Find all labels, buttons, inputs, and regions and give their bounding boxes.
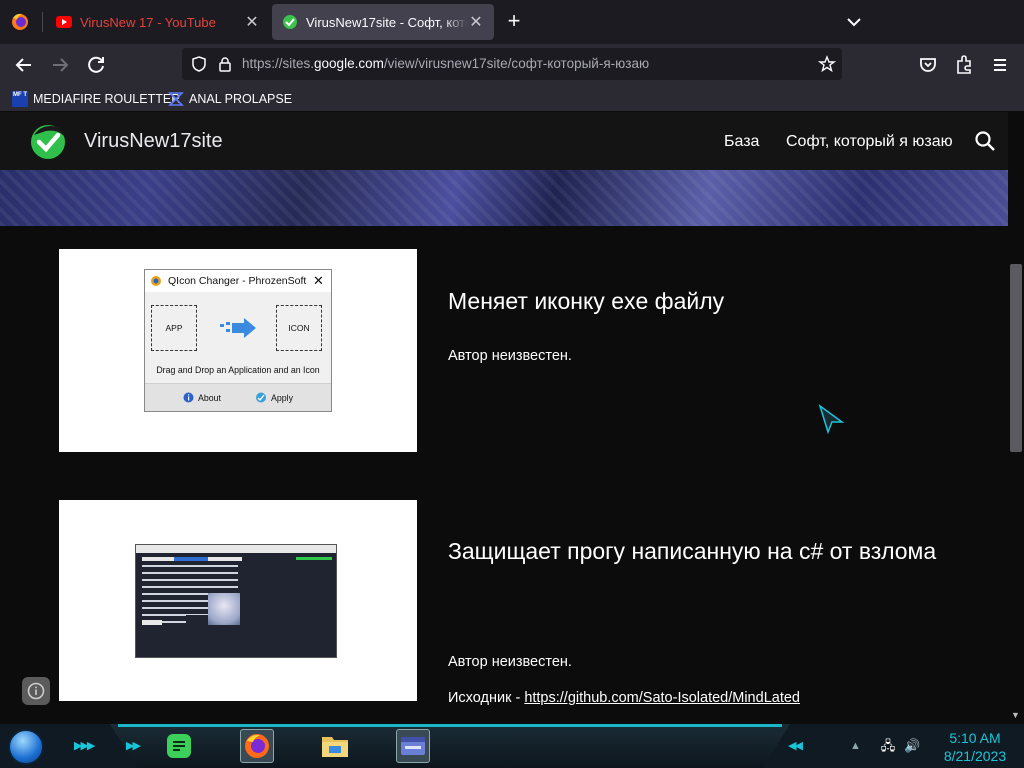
taskbar-decoration-icon: ▶▶ — [126, 740, 141, 752]
scroll-down-arrow-icon[interactable]: ▼ — [1011, 710, 1020, 720]
clock-time: 5:10 AM — [949, 730, 1001, 746]
tab-title: VirusNew17site - Софт, который я юзаю — [306, 14, 468, 30]
taskbar-decoration-icon: ◀◀ — [788, 740, 803, 752]
url-path: /view/virusnew17site/софт-который-я-юзаю — [383, 56, 650, 71]
system-clock[interactable]: 5:10 AM 8/21/2023 — [932, 729, 1018, 765]
reload-icon[interactable] — [84, 53, 108, 77]
tab-separator — [42, 12, 43, 32]
new-tab-icon[interactable]: + — [502, 10, 526, 34]
bookmark-anal-prolapse[interactable]: ANAL PROLAPSE — [168, 90, 292, 108]
taskbar-window-app-icon[interactable] — [396, 729, 430, 763]
taskbar-glow — [118, 724, 782, 727]
close-icon: ✕ — [313, 273, 324, 288]
taskbar-file-explorer-icon[interactable] — [318, 729, 352, 763]
tab-title: VirusNew 17 - YouTube — [80, 14, 216, 30]
close-tab-icon[interactable]: ✕ — [244, 12, 260, 32]
youtube-icon — [56, 14, 72, 30]
mindlated-window — [135, 544, 337, 658]
url-bar[interactable]: https://sites.google.com/view/virusnew17… — [182, 48, 842, 80]
taskbar-firefox-icon[interactable] — [240, 729, 274, 763]
main-content: QIcon Changer - PhrozenSoft ✕ APP ICON D… — [0, 226, 1008, 724]
page-scrollbar[interactable]: ▼ — [1008, 112, 1024, 724]
search-icon[interactable] — [974, 130, 996, 152]
lock-icon[interactable] — [216, 55, 234, 73]
mindlated-screenshot — [59, 500, 417, 701]
qicon-app-dropzone: APP — [151, 305, 197, 351]
taskbar-decoration-icon: ▶▶▶ — [74, 740, 95, 752]
checkmark-favicon-icon — [282, 14, 298, 30]
mindlated-obfuscate-button — [142, 620, 162, 625]
qicon-window-title: QIcon Changer - PhrozenSoft — [168, 275, 307, 287]
mindlated-options-col1 — [142, 565, 186, 625]
mindlated-titlebar — [136, 545, 336, 553]
taskbar: ▶▶▶ ▶▶ ◀◀ ▲ 🖧 🔊 5:10 AM 8/21/2023 — [0, 724, 1024, 768]
app-menu-icon[interactable] — [988, 53, 1012, 77]
source-link[interactable]: https://github.com/Sato-Isolated/MindLat… — [524, 690, 800, 706]
mindlated-anime-image — [208, 593, 240, 625]
nav-link-soft[interactable]: Софт, который я юзаю — [786, 133, 953, 151]
card-heading: Защищает прогу написанную на c# от взлом… — [448, 538, 937, 564]
taskbar-notes-app-icon[interactable] — [162, 729, 196, 763]
bookmark-star-icon[interactable] — [818, 55, 836, 73]
back-icon[interactable] — [12, 53, 36, 77]
arrow-right-icon — [220, 318, 256, 338]
qicon-footer: About Apply — [145, 383, 331, 411]
site-logo-icon[interactable] — [28, 121, 68, 161]
apply-icon — [256, 392, 266, 403]
tab-bar: VirusNew 17 - YouTube ✕ VirusNew17site -… — [0, 0, 1024, 44]
mindlated-browse — [174, 557, 208, 561]
qicon-caption: Drag and Drop an Application and an Icon — [156, 365, 320, 375]
site-info-icon[interactable] — [22, 677, 50, 705]
url-text[interactable]: https://sites.google.com/view/virusnew17… — [242, 56, 649, 71]
qicon-titlebar: QIcon Changer - PhrozenSoft ✕ — [145, 270, 331, 292]
firefox-view-icon[interactable] — [10, 12, 30, 32]
volume-icon[interactable]: 🔊 — [904, 738, 920, 754]
qicon-about-label: About — [198, 392, 221, 403]
network-icon[interactable]: 🖧 — [880, 738, 896, 754]
site-name[interactable]: VirusNew17site — [84, 130, 223, 153]
info-icon — [183, 392, 194, 403]
tab-youtube[interactable]: VirusNew 17 - YouTube ✕ — [46, 4, 270, 40]
start-button[interactable] — [8, 729, 44, 765]
mediafire-icon: MF T — [12, 91, 28, 107]
bookmark-site-icon — [168, 92, 184, 106]
taskbar-band — [110, 724, 790, 768]
qicon-apply-label: Apply — [271, 392, 294, 403]
list-all-tabs-icon[interactable] — [842, 10, 866, 34]
tab-virusnew17site[interactable]: VirusNew17site - Софт, который я юзаю ✕ — [272, 4, 494, 40]
card-author: Автор неизвестен. — [448, 348, 572, 364]
extensions-icon[interactable] — [952, 53, 976, 77]
bookmarks-toolbar: MF T MEDIAFIRE ROULETTER ANAL PROLAPSE — [0, 86, 1024, 112]
qicon-app-icon — [151, 276, 161, 286]
qicon-icon-dropzone: ICON — [276, 305, 322, 351]
bookmark-mediafire-rouletter[interactable]: MF T MEDIAFIRE ROULETTER — [12, 90, 180, 108]
card-source: Исходник - https://github.com/Sato-Isola… — [448, 690, 800, 706]
tracking-protection-shield-icon[interactable] — [190, 55, 208, 73]
card-author: Автор неизвестен. — [448, 654, 572, 670]
url-prefix: https://sites. — [242, 56, 315, 71]
qicon-changer-screenshot: QIcon Changer - PhrozenSoft ✕ APP ICON D… — [59, 249, 417, 452]
pocket-icon[interactable] — [916, 53, 940, 77]
header-banner-image — [0, 170, 1008, 226]
mouse-cursor-icon — [818, 404, 844, 434]
show-hidden-icons-icon[interactable]: ▲ — [850, 740, 861, 752]
close-tab-icon[interactable]: ✕ — [468, 12, 484, 32]
source-prefix: Исходник - — [448, 690, 525, 706]
mindlated-status — [296, 557, 332, 560]
clock-date: 8/21/2023 — [943, 748, 1007, 764]
bookmark-label: MEDIAFIRE ROULETTER — [33, 92, 181, 106]
qicon-window: QIcon Changer - PhrozenSoft ✕ APP ICON D… — [144, 269, 332, 412]
url-domain: google.com — [314, 56, 384, 71]
card-heading: Меняет иконку exe файлу — [448, 288, 725, 314]
bookmark-label: ANAL PROLAPSE — [189, 92, 293, 106]
scrollbar-thumb[interactable] — [1010, 264, 1022, 452]
forward-icon[interactable] — [48, 53, 72, 77]
site-header: VirusNew17site База Софт, который я юзаю — [0, 112, 1008, 170]
nav-link-baza[interactable]: База — [724, 133, 759, 151]
